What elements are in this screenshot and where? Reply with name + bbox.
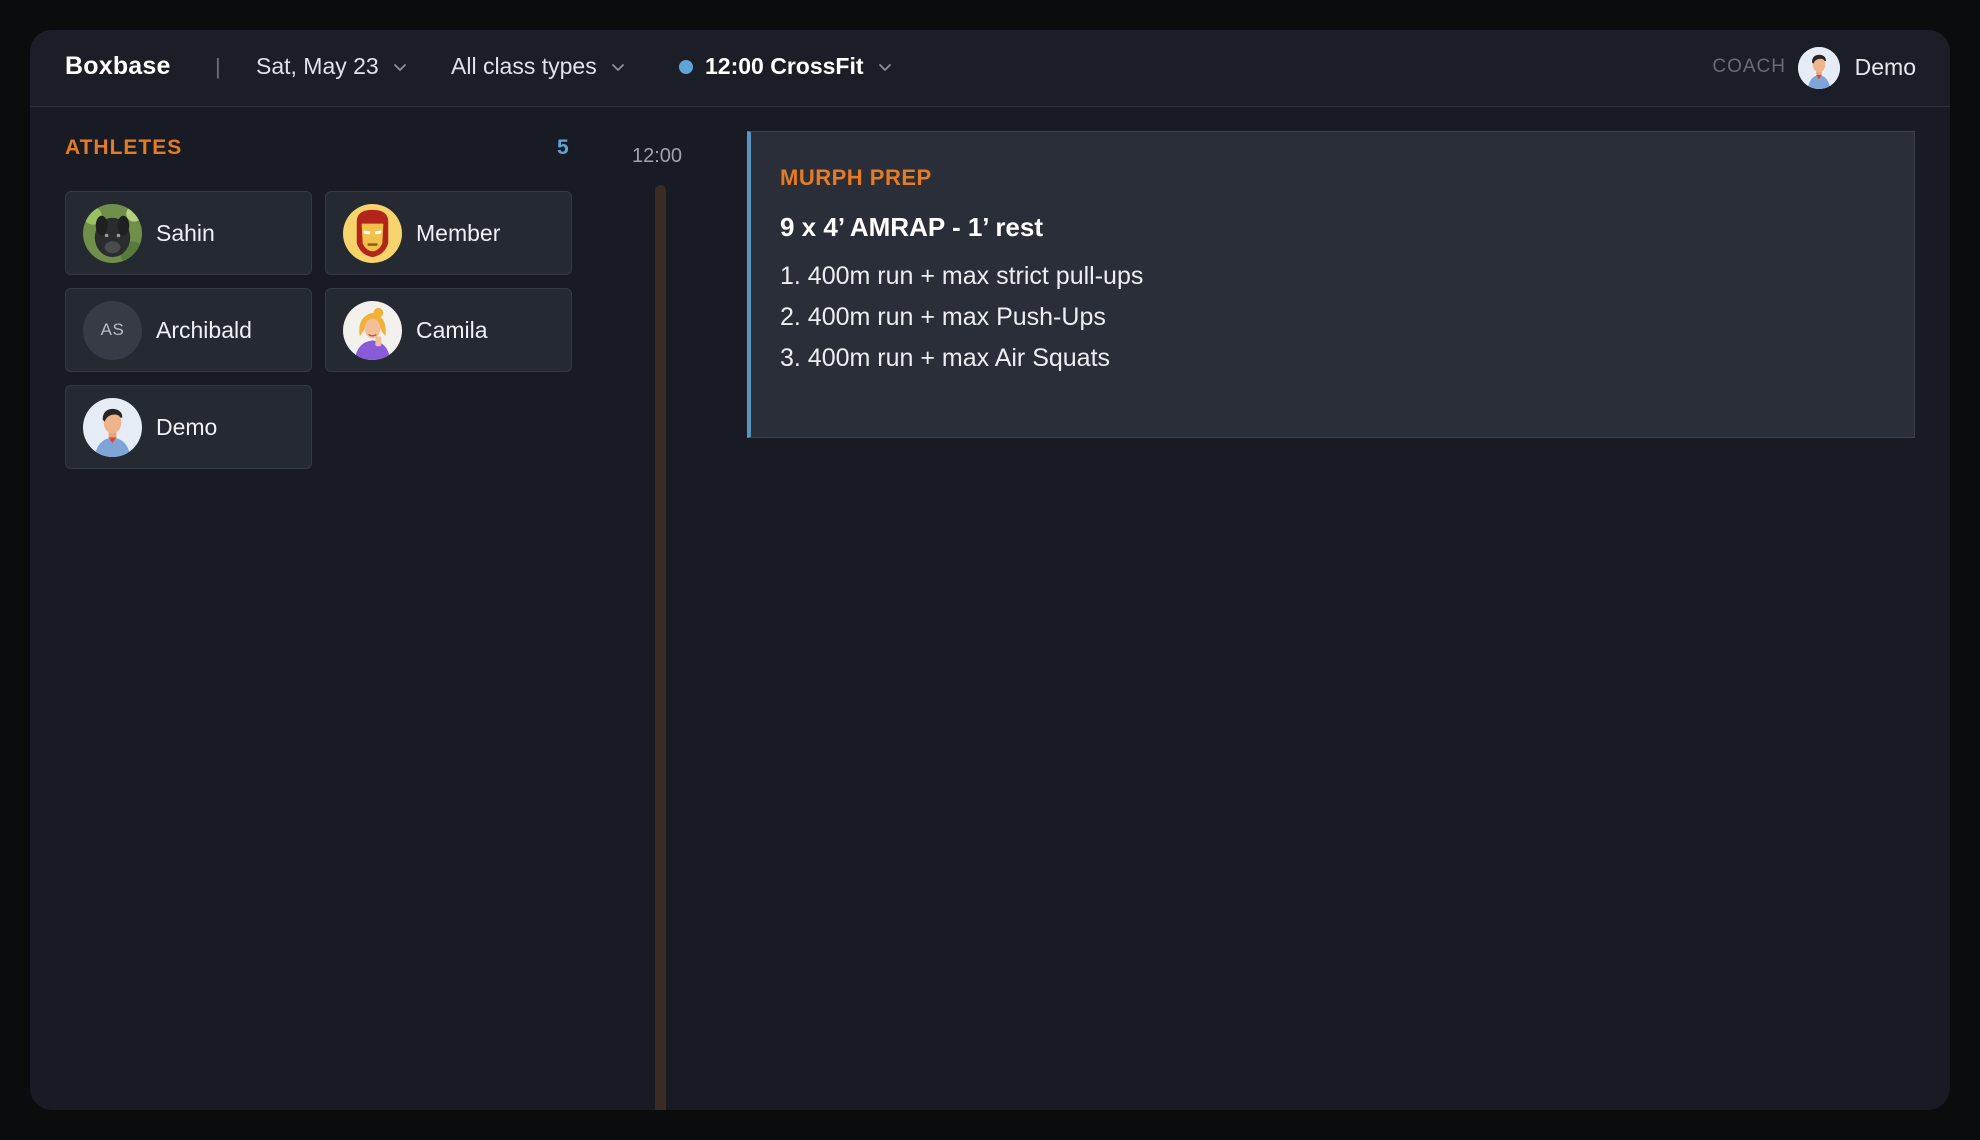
workout-heading: 9 x 4’ AMRAP - 1’ rest bbox=[780, 212, 1044, 242]
athlete-card[interactable]: Demo bbox=[65, 385, 312, 469]
workout-item: 1. 400m run + max strict pull-ups bbox=[780, 262, 1144, 290]
session-status-dot bbox=[679, 59, 693, 74]
timeline-bar bbox=[655, 185, 666, 1110]
session-label: 12:00 CrossFit bbox=[705, 53, 864, 79]
athlete-name: Member bbox=[416, 219, 501, 246]
date-dropdown[interactable]: Sat, May 23 bbox=[256, 53, 407, 80]
athlete-card[interactable]: Sahin bbox=[65, 191, 312, 275]
app-window: Boxbase | Sat, May 23 All class types 12… bbox=[30, 30, 1950, 1110]
initials-avatar: AS bbox=[83, 300, 142, 360]
athlete-card[interactable]: Camila bbox=[325, 288, 572, 372]
athletes-grid: Sahin Member AS Archibald Camila Demo bbox=[65, 191, 572, 469]
athletes-title: ATHLETES bbox=[65, 136, 183, 159]
date-label: Sat, May 23 bbox=[256, 53, 379, 79]
brand-logo[interactable]: Boxbase bbox=[65, 52, 171, 81]
man-avatar-illustration bbox=[83, 397, 142, 457]
athletes-count: 5 bbox=[557, 136, 569, 159]
athlete-name: Demo bbox=[156, 413, 218, 440]
user-avatar[interactable] bbox=[1798, 47, 1840, 89]
woman-avatar-illustration bbox=[343, 300, 402, 360]
chevron-down-icon bbox=[611, 60, 625, 74]
athlete-card[interactable]: Member bbox=[325, 191, 572, 275]
workout-card[interactable]: MURPH PREP 9 x 4’ AMRAP - 1’ rest 1. 400… bbox=[747, 131, 1915, 438]
dog-photo-avatar bbox=[83, 203, 142, 263]
chevron-down-icon bbox=[393, 60, 407, 74]
class-type-dropdown[interactable]: All class types bbox=[451, 53, 625, 80]
chevron-down-icon bbox=[878, 60, 892, 74]
athlete-card[interactable]: AS Archibald bbox=[65, 288, 312, 372]
athlete-name: Archibald bbox=[156, 316, 252, 343]
workout-item: 2. 400m run + max Push-Ups bbox=[780, 303, 1106, 331]
role-label: COACH bbox=[1712, 56, 1786, 77]
workout-item: 3. 400m run + max Air Squats bbox=[780, 344, 1111, 372]
top-bar: Boxbase | Sat, May 23 All class types 12… bbox=[30, 30, 1950, 107]
athlete-name: Sahin bbox=[156, 219, 215, 246]
ironman-avatar-icon bbox=[343, 203, 402, 263]
class-type-label: All class types bbox=[451, 53, 597, 79]
workout-list: 1. 400m run + max strict pull-ups 2. 400… bbox=[780, 256, 1143, 379]
header-separator: | bbox=[215, 54, 221, 79]
timeline-time-label: 12:00 bbox=[632, 145, 683, 167]
user-name[interactable]: Demo bbox=[1855, 54, 1916, 81]
workout-title: MURPH PREP bbox=[780, 165, 932, 190]
athlete-name: Camila bbox=[416, 316, 488, 343]
session-dropdown[interactable]: 12:00 CrossFit bbox=[679, 53, 892, 80]
